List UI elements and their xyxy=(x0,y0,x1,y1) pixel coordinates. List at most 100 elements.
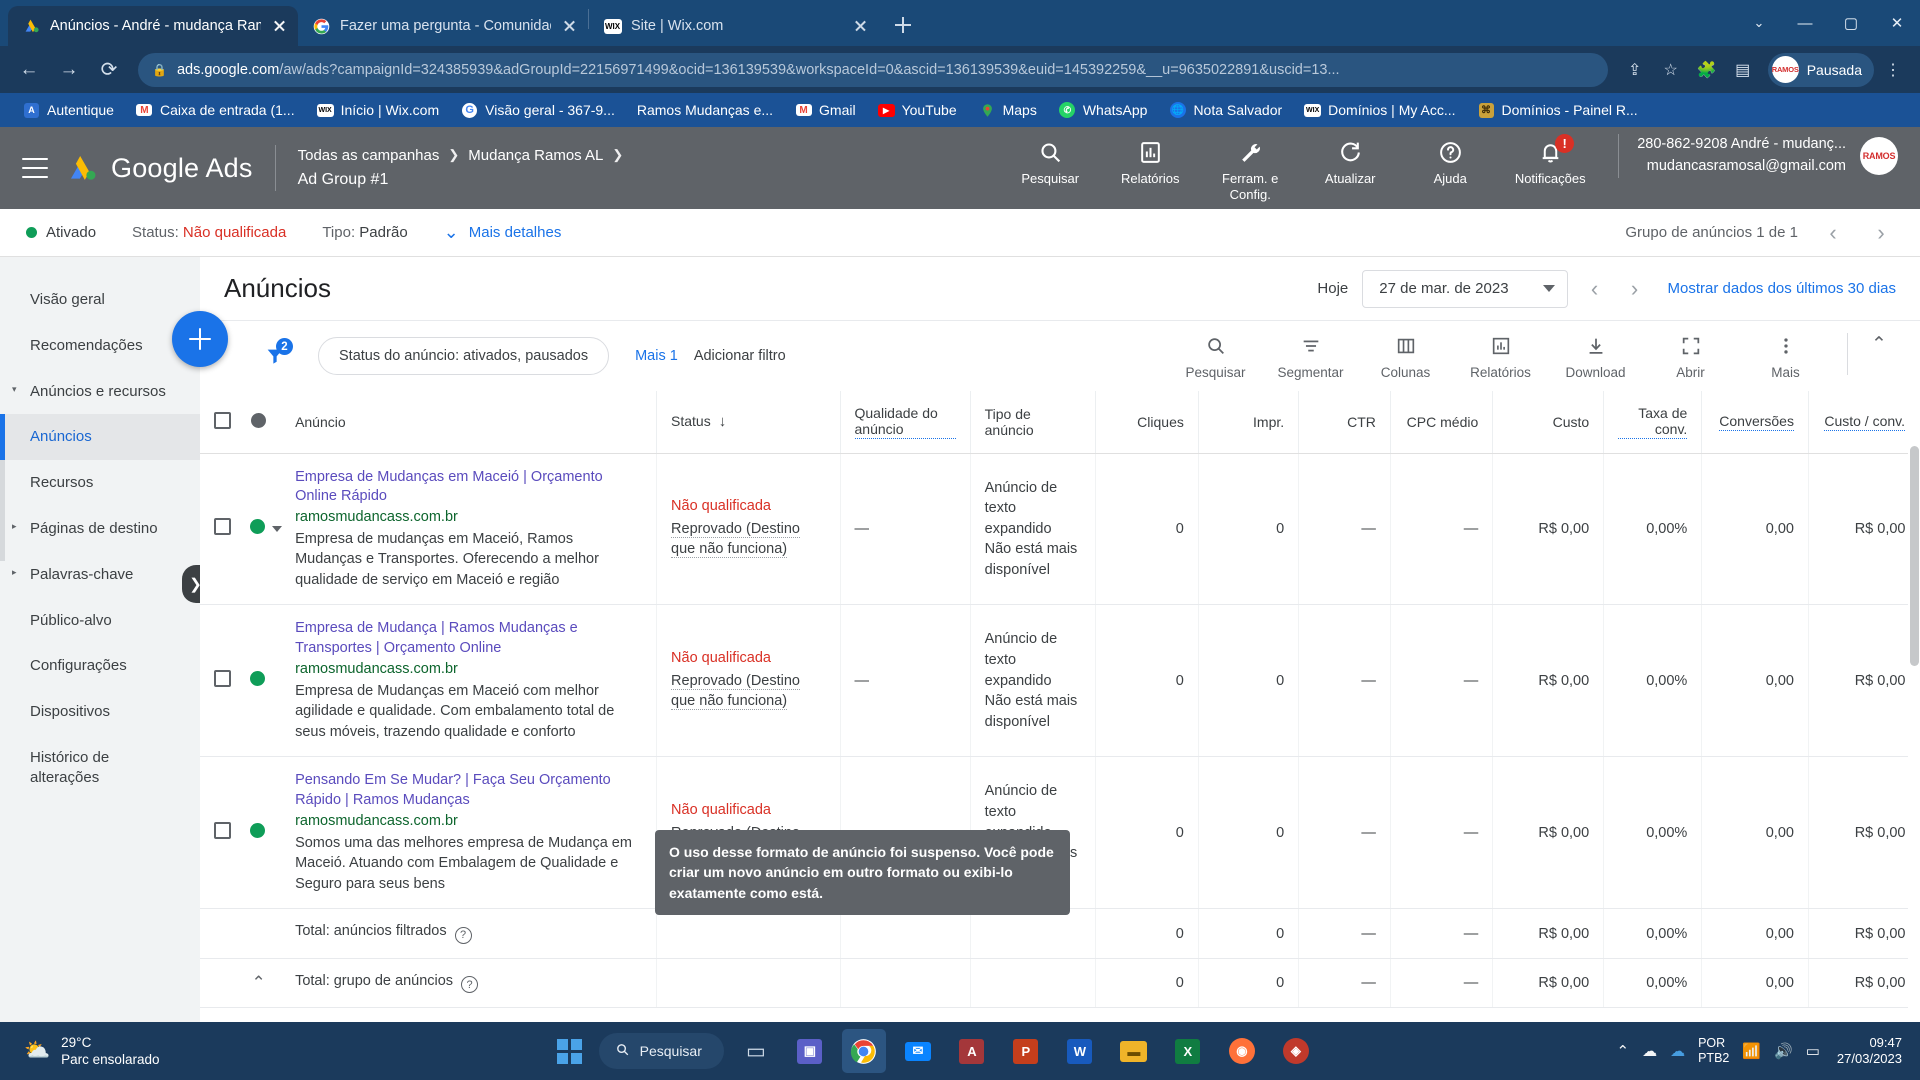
cloud-icon[interactable]: ☁ xyxy=(1642,1042,1657,1060)
pager-next-icon[interactable]: › xyxy=(1868,220,1894,246)
toolbar-action-reports[interactable]: Relatórios xyxy=(1453,333,1548,380)
help-icon[interactable]: ? xyxy=(454,926,472,944)
back-icon[interactable]: ← xyxy=(10,51,48,89)
ad-title[interactable]: Empresa de Mudanças em Maceió | Orçament… xyxy=(295,468,642,507)
account-info[interactable]: 280-862-9208 André - mudanç... mudancasr… xyxy=(1618,134,1898,178)
column-header-qualidade[interactable]: Qualidade do anúncio xyxy=(840,391,971,454)
profile-chip[interactable]: RAMOS Pausada xyxy=(1767,52,1874,87)
column-header-status[interactable]: Status ↓ xyxy=(656,391,841,454)
bookmark-whatsapp[interactable]: ✆ WhatsApp xyxy=(1048,95,1159,125)
firefox-icon[interactable]: ◉ xyxy=(1220,1029,1264,1073)
checkbox-icon[interactable] xyxy=(214,822,231,840)
browser-tab-3[interactable]: WIX Site | Wix.com xyxy=(589,6,879,46)
breadcrumb-level-1[interactable]: Todas as campanhas xyxy=(298,145,440,167)
extensions-icon[interactable]: 🧩 xyxy=(1690,53,1724,87)
battery-icon[interactable]: ▭ xyxy=(1806,1042,1820,1060)
show-last-30-days-link[interactable]: Mostrar dados dos últimos 30 dias xyxy=(1668,280,1896,297)
checkbox-icon[interactable] xyxy=(214,670,231,688)
filter-icon[interactable]: 2 xyxy=(258,338,293,373)
sidebar-item-anuncios[interactable]: Anúncios xyxy=(0,414,200,461)
header-action-help[interactable]: Ajuda xyxy=(1400,134,1500,186)
select-all-header[interactable] xyxy=(200,391,237,454)
onedrive-icon[interactable]: ☁ xyxy=(1670,1042,1685,1060)
minimize-icon[interactable]: — xyxy=(1782,0,1828,46)
clock[interactable]: 09:47 27/03/2023 xyxy=(1833,1035,1902,1067)
chevron-up-icon[interactable]: ⌃ xyxy=(1862,333,1896,356)
chrome-menu-icon[interactable]: ⋮ xyxy=(1876,53,1910,87)
sidebar-item-historico-de-alteracoes[interactable]: Histórico de alterações xyxy=(0,735,200,801)
total-collapse-cell[interactable]: ⌃ xyxy=(236,958,282,1009)
weather-widget[interactable]: ⛅ 29°C Parc ensolarado xyxy=(12,1034,252,1069)
sidebar-item-paginas-de-destino[interactable]: ▸ Páginas de destino xyxy=(0,506,200,552)
toolbar-action-search[interactable]: Pesquisar xyxy=(1168,333,1263,380)
reload-icon[interactable]: ⟳ xyxy=(90,51,128,89)
shield-icon[interactable]: ◈ xyxy=(1274,1029,1318,1073)
close-icon[interactable] xyxy=(270,17,288,35)
wifi-icon[interactable]: 📶 xyxy=(1742,1042,1761,1060)
row-status-dot-cell[interactable] xyxy=(236,756,282,910)
forward-icon[interactable]: → xyxy=(50,51,88,89)
bookmark-visao-geral[interactable]: G Visão geral - 367-9... xyxy=(450,95,626,125)
bookmark-nota-salvador[interactable]: 🌐 Nota Salvador xyxy=(1158,95,1293,125)
sidebar-item-configuracoes[interactable]: Configurações xyxy=(0,643,200,689)
excel-icon[interactable]: X xyxy=(1166,1029,1210,1073)
table-vertical-scrollbar[interactable] xyxy=(1908,391,1920,1022)
ad-title[interactable]: Pensando Em Se Mudar? | Faça Seu Orçamen… xyxy=(295,771,642,810)
more-filters-link[interactable]: Mais 1 xyxy=(635,348,678,364)
bookmark-dominios-painel[interactable]: ⌘ Domínios - Painel R... xyxy=(1467,95,1649,125)
ad-title[interactable]: Empresa de Mudança | Ramos Mudanças e Tr… xyxy=(295,619,642,658)
column-header-ctr[interactable]: CTR xyxy=(1298,391,1391,454)
sidebar-item-anuncios-e-recursos[interactable]: ▾ Anúncios e recursos xyxy=(0,369,200,415)
header-action-refresh[interactable]: Atualizar xyxy=(1300,134,1400,186)
new-tab-button[interactable] xyxy=(885,7,921,43)
column-header-anuncio[interactable]: Anúncio xyxy=(281,391,658,454)
checkbox-icon[interactable] xyxy=(214,518,231,536)
row-checkbox-cell[interactable] xyxy=(200,604,237,758)
pager-prev-icon[interactable]: ‹ xyxy=(1820,220,1846,246)
bookmark-inbox[interactable]: M Caixa de entrada (1... xyxy=(125,95,306,125)
word-icon[interactable]: W xyxy=(1058,1029,1102,1073)
sidebar-item-visao-geral[interactable]: Visão geral xyxy=(0,277,200,323)
windows-start-icon[interactable] xyxy=(551,1032,589,1070)
row-checkbox-cell[interactable] xyxy=(200,756,237,910)
sidebar-item-palavras-chave[interactable]: ▸ Palavras-chave xyxy=(0,552,200,598)
add-filter-button[interactable]: Adicionar filtro xyxy=(694,348,786,364)
teams-icon[interactable]: ▣ xyxy=(788,1029,832,1073)
column-header-custo[interactable]: Custo xyxy=(1492,391,1605,454)
task-view-icon[interactable]: ▭ xyxy=(734,1029,778,1073)
more-details-button[interactable]: ⌄ Mais detalhes xyxy=(444,222,562,243)
filter-chip-ad-status[interactable]: Status do anúncio: ativados, pausados xyxy=(318,337,610,375)
row-checkbox-cell[interactable] xyxy=(200,453,237,606)
volume-icon[interactable]: 🔊 xyxy=(1774,1042,1793,1060)
row-status-dot-cell[interactable] xyxy=(236,453,283,606)
chevron-down-icon[interactable] xyxy=(272,526,283,533)
sidebar-item-dispositivos[interactable]: Dispositivos xyxy=(0,689,200,735)
toolbar-action-more[interactable]: Mais xyxy=(1738,333,1833,380)
folder-icon[interactable]: ▬ xyxy=(1112,1029,1156,1073)
bookmark-dominios-myacc[interactable]: WIX Domínios | My Acc... xyxy=(1293,95,1466,125)
close-window-icon[interactable]: ✕ xyxy=(1874,0,1920,46)
language-indicator[interactable]: POR PTB2 xyxy=(1698,1036,1729,1067)
taskbar-search-box[interactable]: Pesquisar xyxy=(598,1033,724,1069)
header-action-tools[interactable]: Ferram. e Config. xyxy=(1200,134,1300,202)
help-icon[interactable]: ? xyxy=(461,976,479,994)
scrollbar-thumb[interactable] xyxy=(1910,446,1919,666)
header-action-reports[interactable]: Relatórios xyxy=(1100,134,1200,186)
toolbar-action-open[interactable]: Abrir xyxy=(1643,333,1738,380)
browser-tab-2[interactable]: Fazer uma pergunta - Comunidad xyxy=(298,6,588,46)
toolbar-action-download[interactable]: Download xyxy=(1548,333,1643,380)
close-icon[interactable] xyxy=(560,17,578,35)
table-row[interactable]: Empresa de Mudança | Ramos Mudanças e Tr… xyxy=(200,604,1920,758)
maximize-icon[interactable]: ▢ xyxy=(1828,0,1874,46)
header-action-search[interactable]: Pesquisar xyxy=(1000,134,1100,186)
row-status-dot-cell[interactable] xyxy=(236,604,282,758)
address-bar[interactable]: 🔒 ads.google.com/aw/ads?campaignId=32438… xyxy=(138,52,1608,87)
sidebar-item-recomendacoes[interactable]: Recomendações xyxy=(0,323,200,369)
column-header-cliques[interactable]: Cliques xyxy=(1095,391,1199,454)
table-row[interactable]: Empresa de Mudanças em Maceió | Orçament… xyxy=(200,453,1920,606)
chevron-up-icon[interactable]: ⌃ xyxy=(1617,1042,1630,1060)
date-prev-icon[interactable]: ‹ xyxy=(1582,276,1608,302)
side-panel-icon[interactable]: ▤ xyxy=(1726,53,1760,87)
column-header-impr[interactable]: Impr. xyxy=(1198,391,1300,454)
close-icon[interactable] xyxy=(851,17,869,35)
